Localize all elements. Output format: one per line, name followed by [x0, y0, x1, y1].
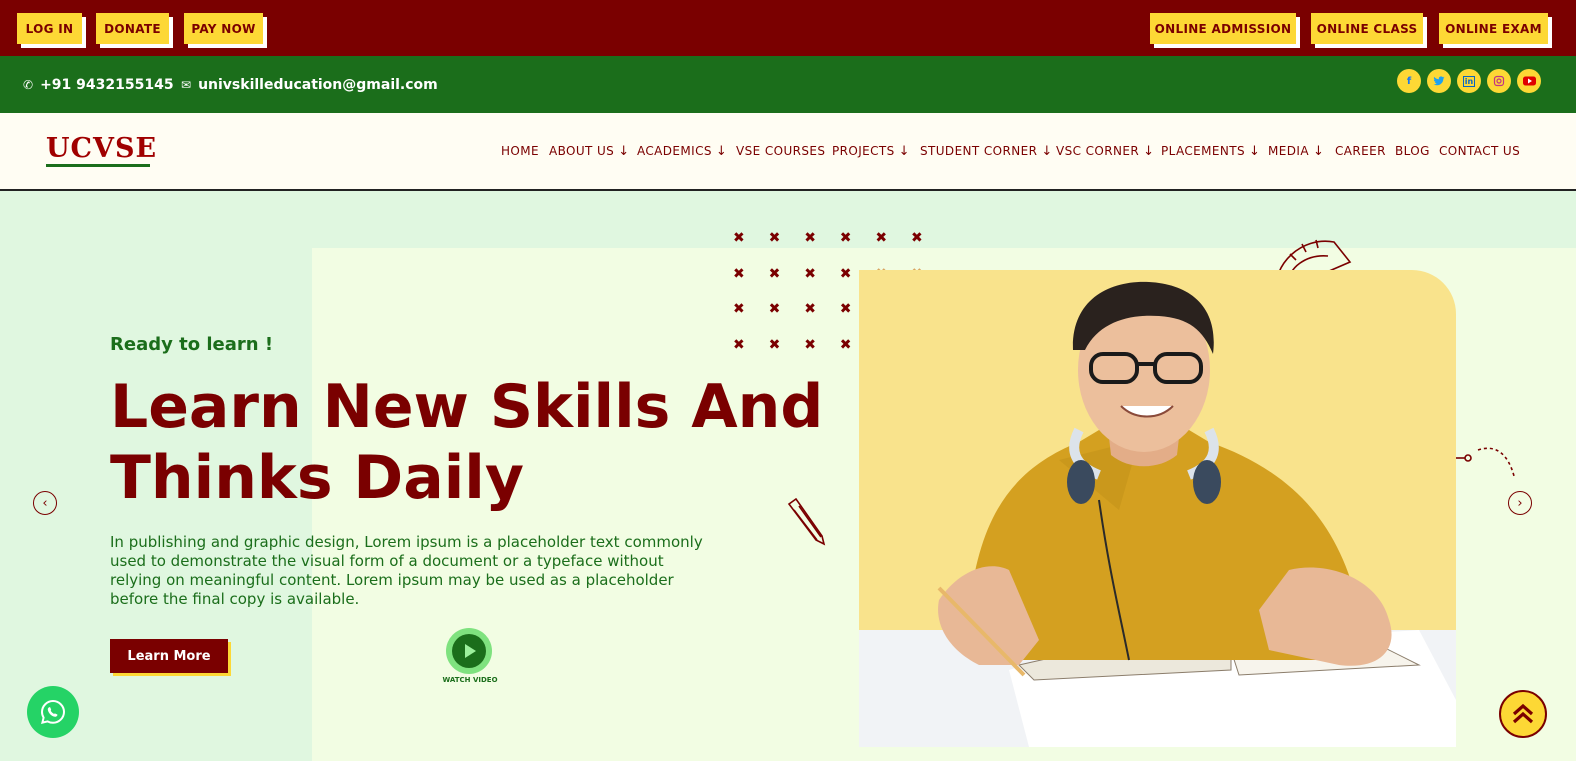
nav-contact-us[interactable]: CONTACT US: [1439, 113, 1520, 189]
nav-label: BLOG: [1395, 144, 1430, 158]
nav-label: PROJECTS: [832, 144, 895, 158]
site-header: UCVSE HOME ABOUT US ↓ ACADEMICS ↓ VSE COUR…: [0, 113, 1576, 191]
double-chevron-up-icon: [1512, 703, 1534, 724]
whatsapp-icon: [40, 699, 66, 724]
login-button[interactable]: LOG IN: [17, 13, 82, 44]
nav-student-corner[interactable]: STUDENT CORNER ↓: [920, 113, 1053, 189]
slider-prev-button[interactable]: ‹: [33, 491, 57, 515]
email-contact[interactable]: ✉ univskilleducation@gmail.com: [181, 56, 438, 113]
nav-vse-courses[interactable]: VSE COURSES: [736, 113, 825, 189]
nav-home[interactable]: HOME: [501, 113, 539, 189]
watch-video-button[interactable]: [446, 628, 492, 674]
nav-label: ABOUT US: [549, 144, 615, 158]
nav-label: VSE COURSES: [736, 144, 826, 158]
nav-label: ACADEMICS: [637, 144, 712, 158]
arrow-down-icon: ↓: [1041, 143, 1053, 159]
whatsapp-button[interactable]: [27, 686, 79, 738]
nav-label: VSC CORNER: [1056, 144, 1140, 158]
nav-blog[interactable]: BLOG: [1395, 113, 1430, 189]
nav-label: HOME: [501, 144, 540, 158]
logo-underline: [46, 164, 150, 167]
decorative-x-mark: ✖: [768, 230, 781, 246]
pencil-icon: [787, 498, 826, 546]
decorative-x-mark: ✖: [733, 230, 745, 246]
nav-vsc-corner[interactable]: VSC CORNER ↓: [1056, 113, 1154, 189]
hero-headline: Learn New Skills And Thinks Daily: [110, 372, 850, 514]
headline-line-2: Thinks Daily: [110, 443, 524, 513]
phone-icon: ✆: [23, 77, 34, 92]
top-bar: LOG IN DONATE PAY NOW ONLINE ADMISSION O…: [0, 0, 1576, 56]
decorative-x-mark: ✖: [875, 230, 888, 246]
decorative-x-mark: ✖: [839, 230, 852, 246]
decorative-x-mark: ✖: [839, 301, 852, 318]
arrow-down-icon: ↓: [898, 143, 910, 159]
scroll-to-top-button[interactable]: [1499, 690, 1547, 738]
arrow-down-icon: ↓: [715, 143, 728, 159]
decorative-x-mark: ✖: [733, 301, 745, 318]
contact-bar: ✆ +91 9432155145 ✉ univskilleducation@gm…: [0, 56, 1576, 113]
nav-label: CAREER: [1335, 144, 1386, 158]
decorative-x-mark: ✖: [733, 336, 745, 353]
nav-label: STUDENT CORNER: [920, 144, 1038, 158]
online-exam-button[interactable]: ONLINE EXAM: [1439, 13, 1548, 44]
nav-placements[interactable]: PLACEMENTS ↓: [1161, 113, 1260, 189]
nav-about-us[interactable]: ABOUT US ↓: [549, 113, 630, 189]
decorative-x-mark: ✖: [804, 265, 816, 282]
arrow-down-icon: ↓: [1143, 143, 1155, 159]
nav-career[interactable]: CAREER: [1335, 113, 1386, 189]
donate-button[interactable]: DONATE: [96, 13, 169, 44]
decorative-x-mark: ✖: [804, 336, 816, 353]
phone-number: +91 9432155145: [40, 76, 174, 93]
chevron-left-icon: ‹: [42, 495, 48, 511]
decorative-x-mark: ✖: [804, 230, 816, 246]
decorative-x-mark: ✖: [768, 336, 781, 353]
decorative-x-mark: ✖: [839, 265, 852, 282]
email-address: univskilleducation@gmail.com: [198, 76, 438, 93]
chevron-right-icon: ›: [1517, 495, 1523, 511]
nav-label: CONTACT US: [1439, 144, 1521, 158]
slider-next-button[interactable]: ›: [1508, 491, 1532, 515]
decorative-x-mark: ✖: [768, 265, 781, 282]
nav-projects[interactable]: PROJECTS ↓: [832, 113, 910, 189]
instagram-icon[interactable]: [1487, 69, 1511, 93]
youtube-icon[interactable]: [1517, 69, 1541, 93]
facebook-icon[interactable]: f: [1397, 69, 1421, 93]
nav-label: MEDIA: [1268, 144, 1309, 158]
decorative-x-mark: ✖: [804, 301, 816, 318]
linkedin-icon[interactable]: in: [1457, 69, 1481, 93]
mail-icon: ✉: [181, 77, 192, 92]
nav-media[interactable]: MEDIA ↓: [1268, 113, 1324, 189]
decorative-x-mark: ✖: [911, 230, 923, 246]
site-logo[interactable]: UCVSE: [46, 133, 158, 169]
logo-text: UCVSE: [46, 133, 158, 164]
phone-contact[interactable]: ✆ +91 9432155145: [23, 56, 174, 113]
nav-label: PLACEMENTS: [1161, 144, 1246, 158]
headline-line-1: Learn New Skills And: [110, 372, 824, 442]
arrow-down-icon: ↓: [1312, 143, 1325, 159]
play-icon: [452, 634, 486, 668]
online-admission-button[interactable]: ONLINE ADMISSION: [1150, 13, 1296, 44]
watch-video-label: WATCH VIDEO: [442, 676, 498, 684]
nav-academics[interactable]: ACADEMICS ↓: [637, 113, 727, 189]
hero-paragraph: In publishing and graphic design, Lorem …: [110, 533, 703, 608]
arrow-down-icon: ↓: [1249, 143, 1261, 159]
decorative-x-mark: ✖: [839, 336, 852, 353]
online-class-button[interactable]: ONLINE CLASS: [1311, 13, 1423, 44]
decorative-x-mark: ✖: [733, 265, 745, 282]
pay-now-button[interactable]: PAY NOW: [184, 13, 263, 44]
twitter-icon[interactable]: [1427, 69, 1451, 93]
decorative-x-mark: ✖: [768, 301, 781, 318]
arrow-down-icon: ↓: [618, 143, 630, 159]
learn-more-button[interactable]: Learn More: [110, 639, 228, 673]
student-with-headphones-photo: [859, 270, 1456, 747]
hero-kicker: Ready to learn !: [110, 334, 274, 355]
